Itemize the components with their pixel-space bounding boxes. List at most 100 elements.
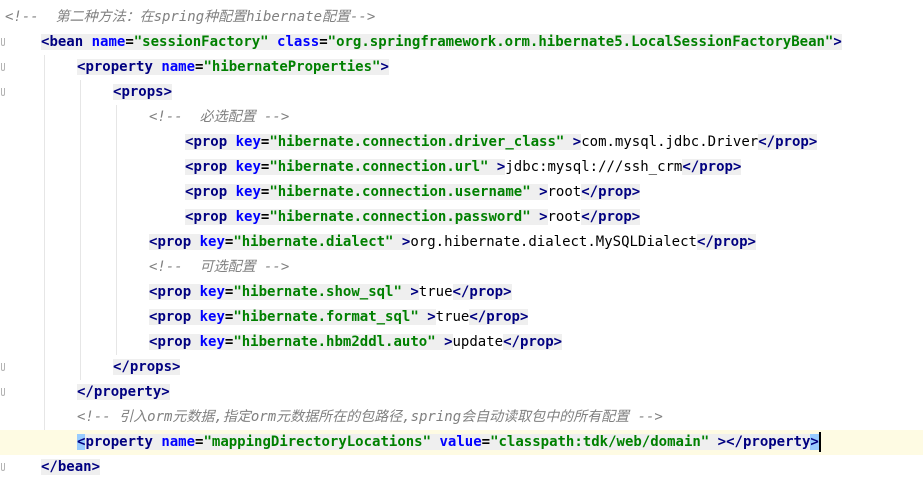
tag-name: prop bbox=[598, 209, 632, 225]
tag-name: prop bbox=[157, 284, 192, 300]
code-line-content: <!-- 必选配置 --> bbox=[149, 105, 289, 130]
indent-guide bbox=[44, 55, 45, 455]
tag-name: property bbox=[93, 384, 162, 400]
end-tag-open-bracket: </ bbox=[77, 384, 94, 400]
tag-name: prop bbox=[519, 334, 554, 350]
whitespace bbox=[564, 134, 573, 150]
tag-close-bracket: > bbox=[519, 309, 529, 325]
attr-value: "hibernate.format_sql" bbox=[233, 309, 419, 325]
attr-value: "hibernate.connection.url" bbox=[269, 159, 489, 175]
end-tag-open-bracket: </ bbox=[452, 284, 470, 300]
code-line-content: </property> bbox=[77, 380, 170, 405]
code-line-content: <prop key="hibernate.hbm2ddl.auto" >upda… bbox=[149, 330, 563, 355]
end-tag-open-bracket: </ bbox=[726, 434, 743, 450]
attr-name: key bbox=[235, 134, 261, 150]
tag-close-bracket: > bbox=[631, 184, 641, 200]
whitespace bbox=[191, 334, 200, 350]
indent-guide bbox=[80, 80, 81, 380]
whitespace bbox=[268, 34, 278, 50]
code-line-content: <!-- 可选配置 --> bbox=[149, 255, 289, 280]
tag-name: bean bbox=[49, 34, 84, 50]
whitespace bbox=[227, 134, 236, 150]
attr-equals: = bbox=[125, 34, 134, 50]
end-tag-open-bracket: </ bbox=[758, 134, 776, 150]
whitespace bbox=[435, 334, 445, 350]
code-line-content: <property name="hibernateProperties"> bbox=[77, 55, 389, 80]
tag-name: prop bbox=[713, 234, 748, 250]
tag-close-bracket: > bbox=[631, 209, 641, 225]
whitespace bbox=[191, 309, 200, 325]
tag-name: prop bbox=[157, 334, 192, 350]
attr-name: key bbox=[199, 309, 225, 325]
whitespace bbox=[530, 209, 540, 225]
code-line-content: <prop key="hibernate.connection.username… bbox=[185, 180, 641, 205]
attr-value: "hibernate.connection.driver_class" bbox=[269, 134, 565, 150]
tag-name: prop bbox=[598, 184, 632, 200]
code-editor[interactable]: <!-- 第二种方法：在spring种配置hibernate配置--> <bean… bbox=[0, 0, 923, 485]
xml-comment: <!-- 必选配置 --> bbox=[149, 109, 290, 125]
tag-name: prop bbox=[699, 159, 733, 175]
tag-close-bracket: > bbox=[732, 159, 742, 175]
whitespace bbox=[393, 234, 402, 250]
tag-close-bracket: > bbox=[410, 284, 419, 300]
tag-name: props bbox=[129, 359, 173, 375]
tag-name: prop bbox=[157, 309, 192, 325]
tag-name: prop bbox=[775, 134, 809, 150]
element-text: org.hibernate.dialect.MySQLDialect bbox=[410, 234, 697, 250]
attr-name: class bbox=[277, 34, 320, 50]
attr-value: "hibernate.show_sql" bbox=[233, 284, 402, 300]
tag-name: bean bbox=[57, 459, 92, 475]
xml-comment: <!-- 第二种方法：在spring种配置hibernate配置--> bbox=[5, 9, 376, 25]
tag-name: prop bbox=[193, 209, 228, 225]
attr-value: "hibernateProperties" bbox=[203, 59, 381, 75]
whitespace bbox=[83, 34, 92, 50]
attr-name: key bbox=[199, 284, 225, 300]
fold-marker-icon[interactable] bbox=[1, 88, 5, 96]
whitespace bbox=[530, 184, 540, 200]
code-line-content: </props> bbox=[113, 355, 181, 380]
element-text: root bbox=[547, 184, 582, 200]
end-tag-open-bracket: </ bbox=[581, 184, 599, 200]
indent-guide bbox=[116, 105, 117, 355]
element-text: jdbc:mysql:///ssh_crm bbox=[505, 159, 683, 175]
fold-marker-icon[interactable] bbox=[1, 363, 5, 371]
tag-close-bracket: > bbox=[808, 134, 818, 150]
tag-close-bracket: > bbox=[747, 234, 756, 250]
code-line-content: <prop key="hibernate.show_sql" >true</pr… bbox=[149, 280, 512, 305]
tag-close-bracket: > bbox=[810, 434, 819, 450]
tag-name: props bbox=[121, 84, 164, 100]
tag-name: property bbox=[742, 434, 811, 450]
fold-marker-icon[interactable] bbox=[1, 63, 5, 71]
end-tag-open-bracket: </ bbox=[581, 209, 599, 225]
whitespace bbox=[191, 284, 200, 300]
tag-name: prop bbox=[157, 234, 192, 250]
element-text: true bbox=[435, 309, 470, 325]
tag-name: prop bbox=[469, 284, 504, 300]
tag-name: prop bbox=[193, 159, 228, 175]
code-line-content: <!-- 引入orm元数据,指定orm元数据所在的包路径,spring会自动读取… bbox=[77, 405, 663, 430]
end-tag-open-bracket: </ bbox=[469, 309, 487, 325]
tag-close-bracket: > bbox=[380, 59, 389, 75]
tag-name: prop bbox=[486, 309, 520, 325]
code-line-content: <props> bbox=[113, 80, 173, 105]
attr-name: key bbox=[235, 184, 261, 200]
tag-close-bracket: > bbox=[172, 359, 181, 375]
xml-comment: <!-- 可选配置 --> bbox=[149, 259, 290, 275]
tag-close-bracket: > bbox=[91, 459, 101, 475]
code-line-current[interactable]: <property name="mappingDirectoryLocation… bbox=[0, 430, 923, 455]
end-tag-open-bracket: </ bbox=[503, 334, 520, 350]
end-tag-open-bracket: </ bbox=[41, 459, 58, 475]
code-line-content: </bean> bbox=[41, 455, 101, 480]
attr-value: "hibernate.dialect" bbox=[233, 234, 394, 250]
xml-comment: <!-- 引入orm元数据,指定orm元数据所在的包路径,spring会自动读取… bbox=[77, 409, 663, 425]
fold-marker-icon[interactable] bbox=[1, 38, 5, 46]
text-caret bbox=[818, 432, 821, 452]
fold-marker-icon[interactable] bbox=[1, 388, 5, 396]
attr-value: "hibernate.connection.username" bbox=[269, 184, 531, 200]
tag-name: prop bbox=[193, 134, 228, 150]
tag-name: prop bbox=[193, 184, 228, 200]
whitespace bbox=[418, 309, 428, 325]
fold-marker-icon[interactable] bbox=[1, 463, 5, 471]
element-text: update bbox=[452, 334, 504, 350]
code-line-content: <prop key="hibernate.dialect" >org.hiber… bbox=[149, 230, 756, 255]
